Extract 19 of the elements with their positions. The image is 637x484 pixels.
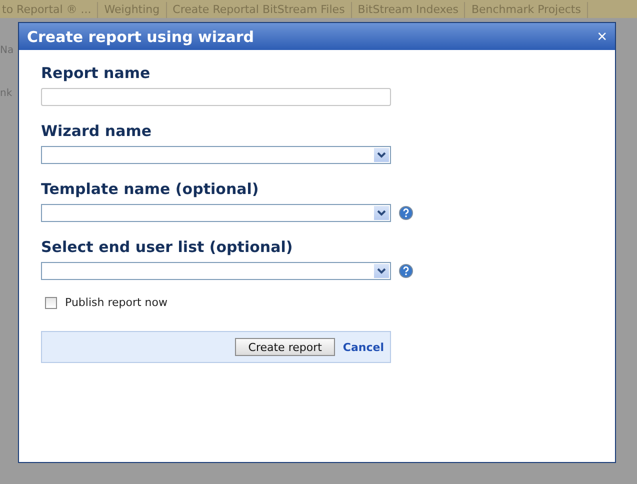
field-label: Wizard name bbox=[41, 122, 153, 140]
close-button[interactable]: × bbox=[597, 26, 607, 46]
help-icon[interactable] bbox=[399, 264, 413, 278]
dropdown-field[interactable] bbox=[41, 204, 391, 222]
chevron-down-icon bbox=[377, 268, 386, 274]
field-label: Select end user list (optional) bbox=[41, 238, 294, 256]
dialog-title: Create report using wizard bbox=[27, 28, 254, 46]
help-icon[interactable] bbox=[399, 206, 413, 220]
chevron-down-icon bbox=[377, 210, 386, 216]
create-report-button[interactable]: Create report bbox=[235, 338, 335, 356]
field-label: Report name bbox=[41, 64, 152, 82]
checkbox-label: Publish report now bbox=[65, 296, 168, 309]
dropdown-field[interactable] bbox=[41, 262, 391, 280]
field-label: Template name (optional) bbox=[41, 180, 260, 198]
dropdown-field[interactable] bbox=[41, 146, 391, 164]
cancel-link[interactable]: Cancel bbox=[342, 340, 384, 354]
text-field[interactable] bbox=[41, 88, 391, 106]
chevron-down-icon bbox=[377, 152, 386, 158]
publish-checkbox[interactable] bbox=[45, 296, 57, 308]
